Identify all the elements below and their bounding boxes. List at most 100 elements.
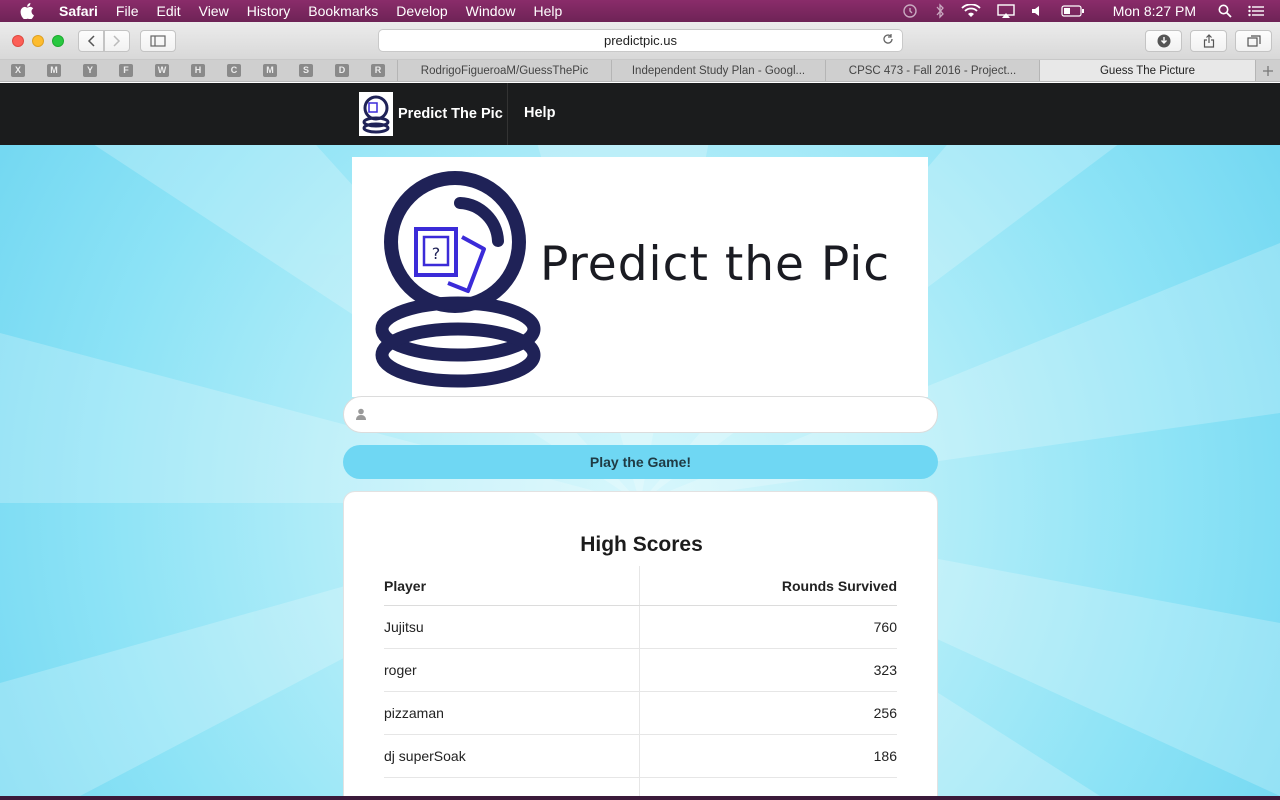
pinned-tab[interactable]: M [36, 64, 72, 77]
user-icon [356, 408, 366, 420]
web-page: Predict The Pic Help ? Predict the Pic P… [0, 83, 1280, 796]
pinned-tab-icon: S [299, 64, 313, 77]
menu-safari[interactable]: Safari [50, 0, 107, 22]
high-scores-card: High Scores Player Rounds Survived Jujit… [343, 491, 938, 796]
menu-edit[interactable]: Edit [147, 0, 189, 22]
battery-icon[interactable] [1053, 0, 1093, 22]
brand-link[interactable]: Predict The Pic [359, 92, 503, 136]
window-controls [12, 34, 64, 47]
forward-button[interactable] [104, 30, 130, 52]
browser-window: predictpic.us X M Y F W H C M S D R Rodr… [0, 22, 1280, 796]
pinned-tab[interactable]: X [0, 64, 36, 77]
pinned-tab[interactable]: M [252, 64, 288, 77]
plus-icon [1263, 65, 1273, 76]
menu-bookmarks[interactable]: Bookmarks [299, 0, 387, 22]
browser-tab[interactable]: CPSC 473 - Fall 2016 - Project... [826, 60, 1040, 81]
airplay-icon[interactable] [989, 0, 1023, 22]
menu-history[interactable]: History [238, 0, 300, 22]
high-scores-table: Player Rounds Survived Jujitsu 760 roger… [384, 566, 897, 796]
hero-title: Predict the Pic [540, 237, 891, 292]
table-row [384, 778, 897, 796]
table-header-row: Player Rounds Survived [384, 566, 897, 606]
reload-icon[interactable] [882, 33, 896, 47]
table-row: roger 323 [384, 649, 897, 692]
new-tab-button[interactable] [1256, 60, 1280, 81]
rounds-cell: 256 [873, 705, 897, 721]
minimize-window-button[interactable] [32, 34, 44, 47]
pinned-tab-icon: M [263, 64, 277, 77]
pinned-tab[interactable]: H [180, 64, 216, 77]
back-button[interactable] [78, 30, 104, 52]
browser-tab[interactable]: RodrigoFigueroaM/GuessThePic [398, 60, 612, 81]
pinned-tab-icon: D [335, 64, 349, 77]
player-cell: pizzaman [384, 692, 640, 734]
svg-text:?: ? [432, 244, 441, 263]
browser-tab[interactable]: Independent Study Plan - Googl... [612, 60, 826, 81]
pinned-tab-icon: Y [83, 64, 97, 77]
pinned-tab-icon: C [227, 64, 241, 77]
player-cell: dj superSoak [384, 735, 640, 777]
pinned-tab-icon: W [155, 64, 169, 77]
menu-help[interactable]: Help [524, 0, 571, 22]
header-player: Player [384, 566, 640, 605]
rounds-cell: 760 [873, 619, 897, 635]
pinned-tab[interactable]: C [216, 64, 252, 77]
volume-icon[interactable] [1023, 0, 1053, 22]
pinned-tab[interactable]: W [144, 64, 180, 77]
spotlight-icon[interactable] [1210, 0, 1240, 22]
hero-banner: ? Predict the Pic [352, 157, 928, 397]
pinned-tab[interactable]: R [360, 64, 396, 77]
menu-develop[interactable]: Develop [387, 0, 456, 22]
high-scores-title: High Scores [580, 533, 703, 556]
clock-text[interactable]: Mon 8:27 PM [1093, 0, 1210, 22]
chevron-right-icon [113, 35, 121, 47]
zoom-window-button[interactable] [52, 34, 64, 47]
site-navbar: Predict The Pic Help [0, 83, 1280, 145]
menu-file[interactable]: File [107, 0, 148, 22]
tabs-icon [1246, 35, 1261, 47]
chevron-left-icon [87, 35, 95, 47]
bluetooth-icon[interactable] [927, 0, 953, 22]
pinned-tab-icon: H [191, 64, 205, 77]
pinned-tab[interactable]: Y [72, 64, 108, 77]
downloads-button[interactable] [1145, 30, 1182, 52]
player-cell: roger [384, 649, 640, 691]
url-text: predictpic.us [604, 33, 677, 48]
pinned-tab[interactable]: D [324, 64, 360, 77]
rounds-cell: 186 [873, 748, 897, 764]
address-bar[interactable]: predictpic.us [378, 29, 903, 52]
macos-menubar: Safari File Edit View History Bookmarks … [0, 0, 1280, 22]
sidebar-button[interactable] [140, 30, 176, 52]
pinned-tab-icon: F [119, 64, 133, 77]
play-game-button[interactable]: Play the Game! [343, 445, 938, 479]
time-machine-icon[interactable] [893, 0, 927, 22]
table-row: Jujitsu 760 [384, 606, 897, 649]
nav-divider [507, 83, 508, 145]
pinned-tab[interactable]: F [108, 64, 144, 77]
sidebar-icon [150, 35, 166, 47]
browser-toolbar: predictpic.us [0, 22, 1280, 60]
browser-tab-active[interactable]: Guess The Picture [1040, 60, 1256, 81]
share-icon [1203, 34, 1214, 48]
nav-help-link[interactable]: Help [524, 105, 555, 121]
header-rounds-survived: Rounds Survived [781, 577, 897, 594]
tab-overview-button[interactable] [1235, 30, 1272, 52]
wifi-icon[interactable] [953, 0, 989, 22]
table-row: pizzaman 256 [384, 692, 897, 735]
table-row: dj superSoak 186 [384, 735, 897, 778]
menu-window[interactable]: Window [457, 0, 525, 22]
player-cell [384, 778, 640, 796]
apple-icon[interactable] [18, 2, 36, 20]
close-window-button[interactable] [12, 34, 24, 47]
pinned-tab[interactable]: S [288, 64, 324, 77]
player-name-field[interactable] [343, 396, 938, 433]
pinned-tabs: X M Y F W H C M S D R [0, 60, 398, 81]
pinned-tab-icon: R [371, 64, 385, 77]
notification-center-icon[interactable] [1240, 0, 1280, 22]
brand-logo-icon [359, 92, 393, 136]
menu-view[interactable]: View [190, 0, 238, 22]
share-button[interactable] [1190, 30, 1227, 52]
rounds-cell: 323 [873, 662, 897, 678]
pinned-tab-icon: X [11, 64, 25, 77]
player-name-input[interactable] [376, 401, 926, 429]
